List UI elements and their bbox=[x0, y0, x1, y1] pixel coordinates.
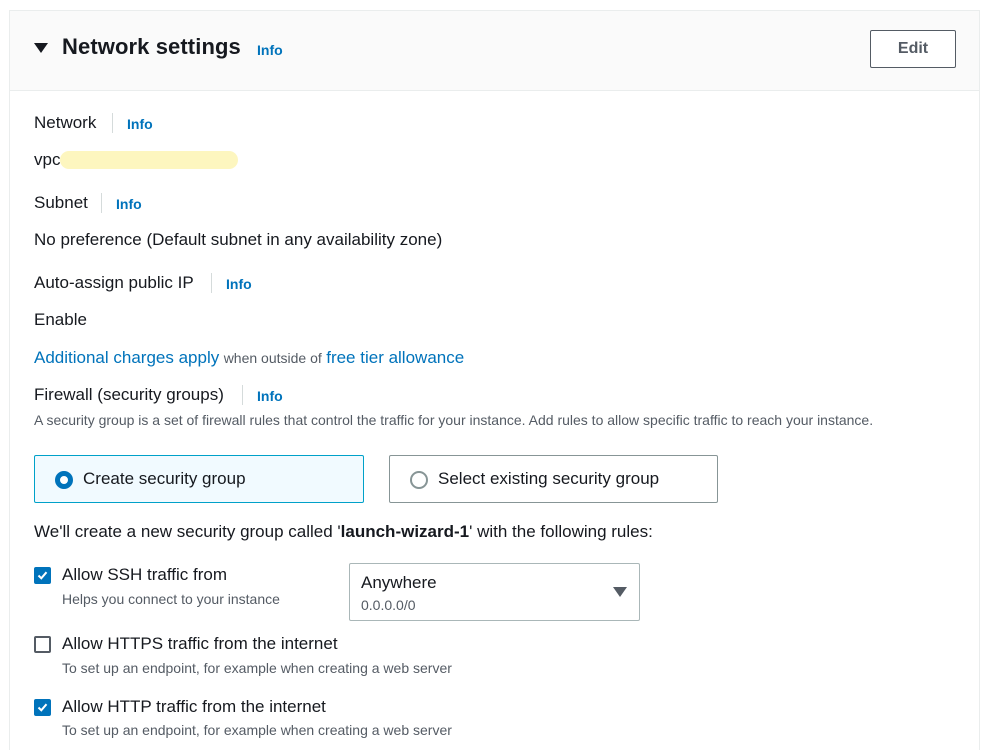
header-info-link[interactable]: Info bbox=[257, 42, 283, 58]
panel-title: Network settings bbox=[62, 34, 241, 59]
create-security-group-option[interactable]: Create security group bbox=[34, 455, 364, 503]
ssh-rule-description: Helps you connect to your instance bbox=[62, 591, 280, 607]
ssh-source-cidr: 0.0.0.0/0 bbox=[361, 597, 416, 613]
auto-ip-value: Enable bbox=[34, 310, 87, 329]
subnet-info-link[interactable]: Info bbox=[116, 196, 142, 212]
firewall-label: Firewall (security groups) bbox=[34, 385, 224, 404]
network-label: Network bbox=[34, 113, 97, 132]
security-group-name: launch-wizard-1 bbox=[340, 522, 470, 541]
notice-prefix: We'll create a new security group called… bbox=[34, 522, 341, 541]
panel-header: Network settings Info Edit bbox=[10, 11, 979, 91]
create-security-group-label: Create security group bbox=[83, 469, 246, 488]
auto-ip-label: Auto-assign public IP bbox=[34, 273, 194, 292]
http-checkbox[interactable] bbox=[34, 699, 51, 716]
firewall-description: A security group is a set of firewall ru… bbox=[34, 412, 874, 428]
radio-selected-icon[interactable] bbox=[55, 471, 73, 489]
subnet-label: Subnet bbox=[34, 193, 88, 212]
network-info-link[interactable]: Info bbox=[127, 116, 153, 132]
ssh-source-select[interactable]: Anywhere 0.0.0.0/0 bbox=[349, 563, 640, 621]
free-tier-link[interactable]: free tier allowance bbox=[326, 348, 464, 367]
charges-line: Additional charges apply when outside of… bbox=[34, 348, 464, 368]
auto-ip-info-link[interactable]: Info bbox=[226, 276, 252, 292]
edit-button[interactable]: Edit bbox=[870, 30, 956, 68]
notice-suffix: ' with the following rules: bbox=[469, 522, 653, 541]
subnet-value: No preference (Default subnet in any ava… bbox=[34, 230, 443, 249]
checkmark-icon bbox=[37, 703, 48, 712]
caret-down-icon bbox=[613, 587, 627, 597]
divider bbox=[242, 385, 243, 405]
select-existing-security-group-option[interactable]: Select existing security group bbox=[389, 455, 718, 503]
ssh-rule-label: Allow SSH traffic from bbox=[62, 565, 228, 584]
collapse-caret-icon[interactable] bbox=[34, 43, 48, 53]
http-rule-description: To set up an endpoint, for example when … bbox=[62, 722, 452, 738]
security-group-notice: We'll create a new security group called… bbox=[34, 522, 653, 542]
http-rule-label: Allow HTTP traffic from the internet bbox=[62, 697, 326, 716]
https-rule-label: Allow HTTPS traffic from the internet bbox=[62, 634, 338, 653]
divider bbox=[101, 193, 102, 213]
checkmark-icon bbox=[37, 571, 48, 580]
charges-middle-text: when outside of bbox=[223, 350, 322, 366]
firewall-info-link[interactable]: Info bbox=[257, 388, 283, 404]
select-existing-security-group-label: Select existing security group bbox=[438, 469, 660, 488]
radio-unselected-icon[interactable] bbox=[410, 471, 428, 489]
https-rule-description: To set up an endpoint, for example when … bbox=[62, 660, 452, 676]
divider bbox=[112, 113, 113, 133]
ssh-checkbox[interactable] bbox=[34, 567, 51, 584]
divider bbox=[211, 273, 212, 293]
additional-charges-link[interactable]: Additional charges apply bbox=[34, 348, 219, 367]
https-checkbox[interactable] bbox=[34, 636, 51, 653]
redaction-mark bbox=[60, 151, 238, 169]
ssh-source-value: Anywhere bbox=[361, 573, 437, 592]
